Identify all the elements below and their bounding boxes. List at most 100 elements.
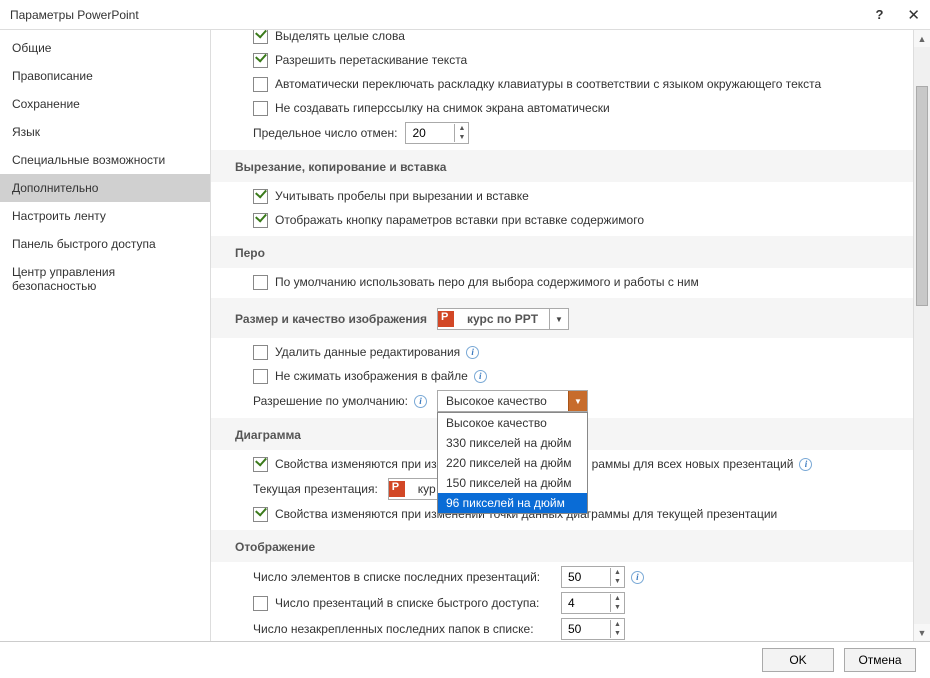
label: Разрешить перетаскивание текста [275, 53, 467, 67]
scroll-down-icon[interactable]: ▼ [914, 624, 930, 641]
default-resolution-combo[interactable]: Высокое качество ▼ Высокое качество 330 … [437, 390, 588, 412]
section-display: Отображение [211, 530, 930, 562]
sidebar-item-save[interactable]: Сохранение [0, 90, 210, 118]
unpinned-count-spinner[interactable]: ▲▼ [561, 618, 625, 640]
opt-no-compress[interactable]: Не сжимать изображения в файле i [253, 366, 906, 386]
spinner-up-icon[interactable]: ▲ [455, 124, 468, 133]
sidebar-item-quick-access[interactable]: Панель быстрого доступа [0, 230, 210, 258]
recent-count-input[interactable] [562, 568, 610, 586]
sidebar-item-general[interactable]: Общие [0, 34, 210, 62]
chevron-down-icon[interactable]: ▼ [568, 391, 587, 411]
main-area: Общие Правописание Сохранение Язык Специ… [0, 30, 930, 642]
scroll-thumb[interactable] [916, 86, 928, 306]
dialog-footer: OK Отмена [0, 642, 930, 678]
undo-limit-spinner[interactable]: ▲▼ [405, 122, 469, 144]
image-file-combo[interactable]: курс по PPT ▼ [437, 308, 569, 330]
powerpoint-file-icon [438, 311, 454, 327]
resolution-option[interactable]: Высокое качество [438, 413, 587, 433]
opt-default-pen[interactable]: По умолчанию использовать перо для выбор… [253, 272, 906, 292]
resolution-option[interactable]: 96 пикселей на дюйм [438, 493, 587, 513]
spinner-down-icon[interactable]: ▼ [611, 603, 624, 612]
checkbox-icon[interactable] [253, 369, 268, 384]
recent-count-spinner[interactable]: ▲▼ [561, 566, 625, 588]
spinner-up-icon[interactable]: ▲ [611, 620, 624, 629]
spinner-down-icon[interactable]: ▼ [611, 577, 624, 586]
spinner-down-icon[interactable]: ▼ [611, 629, 624, 638]
quick-count-spinner[interactable]: ▲▼ [561, 592, 625, 614]
label: Автоматически переключать раскладку клав… [275, 77, 821, 91]
sidebar-item-language[interactable]: Язык [0, 118, 210, 146]
section-image: Размер и качество изображения курс по PP… [211, 298, 930, 338]
label: Удалить данные редактирования [275, 345, 460, 359]
sidebar-item-accessibility[interactable]: Специальные возможности [0, 146, 210, 174]
resolution-dropdown[interactable]: Высокое качество 330 пикселей на дюйм 22… [437, 412, 588, 514]
label: Отображать кнопку параметров вставки при… [275, 213, 644, 227]
sidebar-item-trust-center[interactable]: Центр управления безопасностью [0, 258, 210, 300]
window-title: Параметры PowerPoint [10, 8, 875, 22]
close-button[interactable]: ✕ [907, 6, 920, 24]
ok-button[interactable]: OK [762, 648, 834, 672]
info-icon[interactable]: i [414, 395, 427, 408]
section-clipboard: Вырезание, копирование и вставка [211, 150, 930, 182]
unpinned-count-label: Число незакрепленных последних папок в с… [253, 622, 553, 636]
resolution-option[interactable]: 150 пикселей на дюйм [438, 473, 587, 493]
checkbox-icon[interactable] [253, 275, 268, 290]
label: Не сжимать изображения в файле [275, 369, 468, 383]
checkbox-icon[interactable] [253, 189, 268, 204]
recent-count-label: Число элементов в списке последних презе… [253, 570, 553, 584]
vertical-scrollbar[interactable]: ▲ ▼ [913, 30, 930, 641]
checkbox-icon[interactable] [253, 53, 268, 68]
section-pen: Перо [211, 236, 930, 268]
label-suffix: раммы для всех новых презентаций [592, 457, 794, 471]
chevron-down-icon[interactable]: ▼ [549, 309, 568, 329]
opt-auto-keyboard[interactable]: Автоматически переключать раскладку клав… [253, 74, 906, 94]
image-file-value: курс по PPT [459, 310, 549, 328]
titlebar: Параметры PowerPoint ? ✕ [0, 0, 930, 30]
spinner-down-icon[interactable]: ▼ [455, 133, 468, 142]
resolution-option[interactable]: 330 пикселей на дюйм [438, 433, 587, 453]
content: Выделять целые слова Разрешить перетаски… [211, 30, 930, 641]
checkbox-icon[interactable] [253, 101, 268, 116]
opt-whole-words[interactable]: Выделять целые слова [253, 30, 906, 46]
help-button[interactable]: ? [875, 7, 883, 22]
checkbox-icon[interactable] [253, 30, 268, 44]
checkbox-icon[interactable] [253, 77, 268, 92]
scroll-up-icon[interactable]: ▲ [914, 30, 930, 47]
info-icon[interactable]: i [799, 458, 812, 471]
info-icon[interactable]: i [631, 571, 644, 584]
checkbox-icon[interactable] [253, 213, 268, 228]
undo-limit-label: Предельное число отмен: [253, 126, 397, 140]
resolution-option[interactable]: 220 пикселей на дюйм [438, 453, 587, 473]
default-resolution-row: Разрешение по умолчанию: i Высокое качес… [253, 390, 906, 412]
info-icon[interactable]: i [474, 370, 487, 383]
opt-quick-count[interactable]: Число презентаций в списке быстрого дост… [253, 592, 906, 614]
sidebar: Общие Правописание Сохранение Язык Специ… [0, 30, 211, 641]
unpinned-count-input[interactable] [562, 620, 610, 638]
info-icon[interactable]: i [466, 346, 479, 359]
opt-smart-cut[interactable]: Учитывать пробелы при вырезании и вставк… [253, 186, 906, 206]
label: По умолчанию использовать перо для выбор… [275, 275, 699, 289]
spinner-up-icon[interactable]: ▲ [611, 594, 624, 603]
section-image-label: Размер и качество изображения [235, 312, 427, 326]
checkbox-icon[interactable] [253, 345, 268, 360]
opt-show-paste-button[interactable]: Отображать кнопку параметров вставки при… [253, 210, 906, 230]
sidebar-item-proofing[interactable]: Правописание [0, 62, 210, 90]
opt-drag-drop[interactable]: Разрешить перетаскивание текста [253, 50, 906, 70]
quick-count-input[interactable] [562, 594, 610, 612]
current-presentation-label: Текущая презентация: [253, 482, 378, 496]
sidebar-item-advanced[interactable]: Дополнительно [0, 174, 210, 202]
opt-no-hyperlink[interactable]: Не создавать гиперссылку на снимок экран… [253, 98, 906, 118]
checkbox-icon[interactable] [253, 507, 268, 522]
powerpoint-file-icon [389, 481, 405, 497]
sidebar-item-customize-ribbon[interactable]: Настроить ленту [0, 202, 210, 230]
checkbox-icon[interactable] [253, 596, 268, 611]
unpinned-count-row: Число незакрепленных последних папок в с… [253, 618, 906, 640]
spinner-up-icon[interactable]: ▲ [611, 568, 624, 577]
label: Выделять целые слова [275, 30, 405, 43]
default-resolution-label: Разрешение по умолчанию: [253, 394, 408, 408]
cancel-button[interactable]: Отмена [844, 648, 916, 672]
undo-limit-input[interactable] [406, 124, 454, 142]
checkbox-icon[interactable] [253, 457, 268, 472]
opt-discard-edit[interactable]: Удалить данные редактирования i [253, 342, 906, 362]
recent-count-row: Число элементов в списке последних презе… [253, 566, 906, 588]
